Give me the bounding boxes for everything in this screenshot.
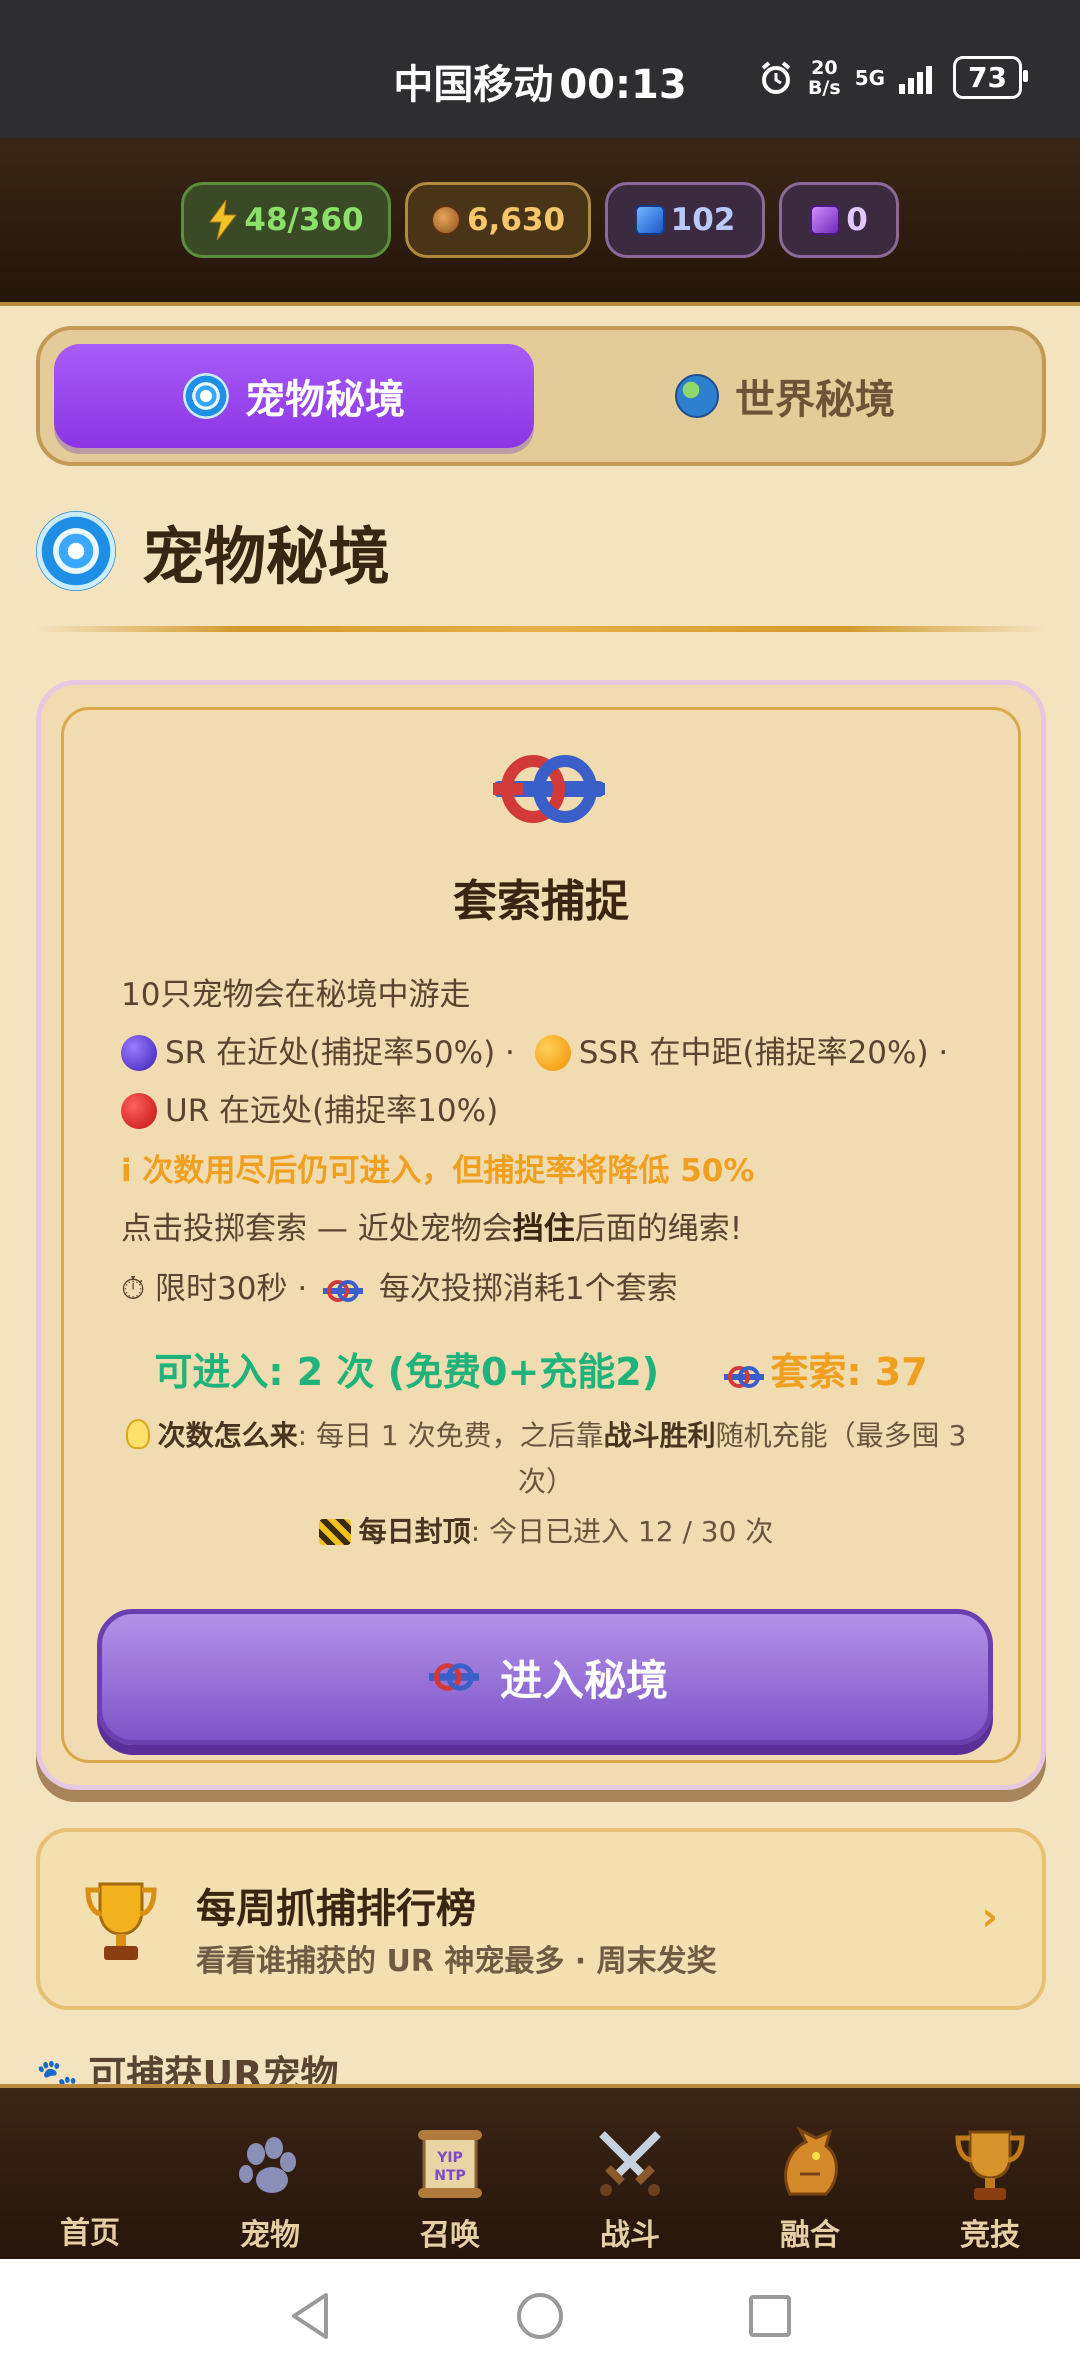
entry-count: 可进入: 2 次 (免费0+充能2) [154, 1350, 660, 1394]
nav-pets[interactable]: 宠物 [180, 2124, 360, 2254]
clock: 00:13 [559, 62, 687, 108]
nav-battle[interactable]: 战斗 [540, 2124, 720, 2254]
purple-orb-icon [121, 1035, 157, 1071]
lasso-rope-icon [323, 1280, 364, 1302]
alarm-icon [761, 60, 791, 94]
desc-ur-line: UR 在远处(捕捉率10%) [121, 1085, 498, 1130]
daily-cap-text: 每日封顶: 今日已进入 12 / 30 次 [111, 1509, 981, 1555]
bottom-nav: 首页 宠物 YIP NTP 召唤 战斗 融合 竞技 [0, 2084, 1080, 2259]
desc-line-1: 10只宠物会在秘境中游走 [121, 977, 471, 1013]
crystal-counter[interactable]: 0 [779, 182, 899, 258]
hint-text: 次数怎么来: 每日 1 次免费，之后靠战斗胜利随机充能（最多囤 3 次） [111, 1413, 981, 1505]
chevron-right-icon: › [981, 1894, 998, 1940]
card-title: 套索捕捉 [453, 876, 629, 927]
battery-indicator: 73 [953, 56, 1028, 99]
rope-count: 套索: 37 [718, 1350, 928, 1394]
page-title: 宠物秘境 [142, 520, 391, 593]
lasso-rope-icon [428, 1663, 479, 1691]
nav-summon[interactable]: YIP NTP 召唤 [360, 2124, 540, 2254]
system-navigation-bar [0, 2259, 1080, 2376]
orange-orb-icon [534, 1035, 571, 1071]
carrier-name: 中国移动 [393, 62, 554, 108]
svg-text:NTP: NTP [434, 2168, 466, 2184]
title-divider [36, 626, 1046, 632]
signal-icon [899, 65, 933, 94]
nav-home[interactable]: 首页 [0, 2208, 180, 2252]
purple-crystal-icon [810, 205, 841, 235]
globe-icon [675, 374, 719, 418]
swirl-icon [183, 373, 229, 419]
lasso-rope-icon [724, 1366, 765, 1388]
trophy-icon [955, 2130, 1025, 2200]
red-orb-icon [121, 1093, 157, 1129]
weekly-ranking-banner[interactable]: 每周抓捕排行榜 看看谁捕获的 UR 神宠最多 · 周末发奖 › [36, 1828, 1046, 2010]
tab-world-realm[interactable]: 世界秘境 [540, 344, 1030, 448]
barrier-icon [318, 1519, 351, 1545]
dragon-icon [784, 2126, 838, 2196]
gem-counter[interactable]: 102 [605, 182, 765, 258]
desc-rarity-line: SR 在近处(捕捉率50%) · SSR 在中距(捕捉率20%) · [121, 1027, 948, 1072]
energy-counter[interactable]: 48/360 [181, 182, 391, 258]
lasso-capture-card: 套索捕捉 10只宠物会在秘境中游走 SR 在近处(捕捉率50%) · SSR 在… [36, 680, 1046, 1790]
page-title-row: 宠物秘境 [36, 506, 390, 596]
blue-gem-icon [634, 205, 665, 235]
home-icon[interactable] [514, 2289, 566, 2343]
warning-text: i 次数用尽后仍可进入，但捕捉率将降低 50% [121, 1153, 755, 1189]
gold-counter[interactable]: 6,630 [405, 182, 591, 258]
paw-icon [239, 2137, 296, 2193]
counts-row: 可进入: 2 次 (免费0+充能2) 套索: 37 [41, 1341, 1041, 1396]
tab-pet-realm[interactable]: 宠物秘境 [54, 344, 534, 448]
trophy-icon [85, 1882, 157, 1960]
coin-icon [430, 205, 461, 235]
crossed-swords-icon [599, 2131, 661, 2196]
resource-header: 48/360 6,630 102 0 [0, 138, 1080, 306]
status-bar: 中国移动 00:13 20 B/s 5G 73 [0, 0, 1080, 138]
scroll-icon: YIP NTP [418, 2130, 482, 2198]
back-icon[interactable] [286, 2289, 334, 2343]
svg-text:YIP: YIP [436, 2150, 463, 2166]
enter-realm-button[interactable]: 进入秘境 [97, 1609, 993, 1745]
limit-text: ⏱ 限时30秒 · 每次投掷消耗1个套索 [121, 1271, 678, 1307]
ranking-title: 每周抓捕排行榜 [196, 1886, 476, 1932]
ranking-subtitle: 看看谁捕获的 UR 神宠最多 · 周末发奖 [196, 1944, 717, 1979]
lightning-icon [209, 200, 238, 240]
nav-fusion[interactable]: 融合 [720, 2124, 900, 2254]
nav-arena[interactable]: 竞技 [900, 2124, 1080, 2254]
network-speed: 20 B/s [807, 56, 841, 99]
network-type: 5G [854, 65, 886, 90]
realm-tab-bar: 宠物秘境 世界秘境 [36, 326, 1046, 466]
lightbulb-icon [125, 1419, 150, 1449]
tip-text: 点击投掷套索 — 近处宠物会挡住后面的绳索! [121, 1211, 743, 1247]
swirl-icon [36, 511, 116, 591]
recent-apps-icon[interactable] [746, 2289, 794, 2343]
lasso-rope-icon [493, 755, 605, 823]
